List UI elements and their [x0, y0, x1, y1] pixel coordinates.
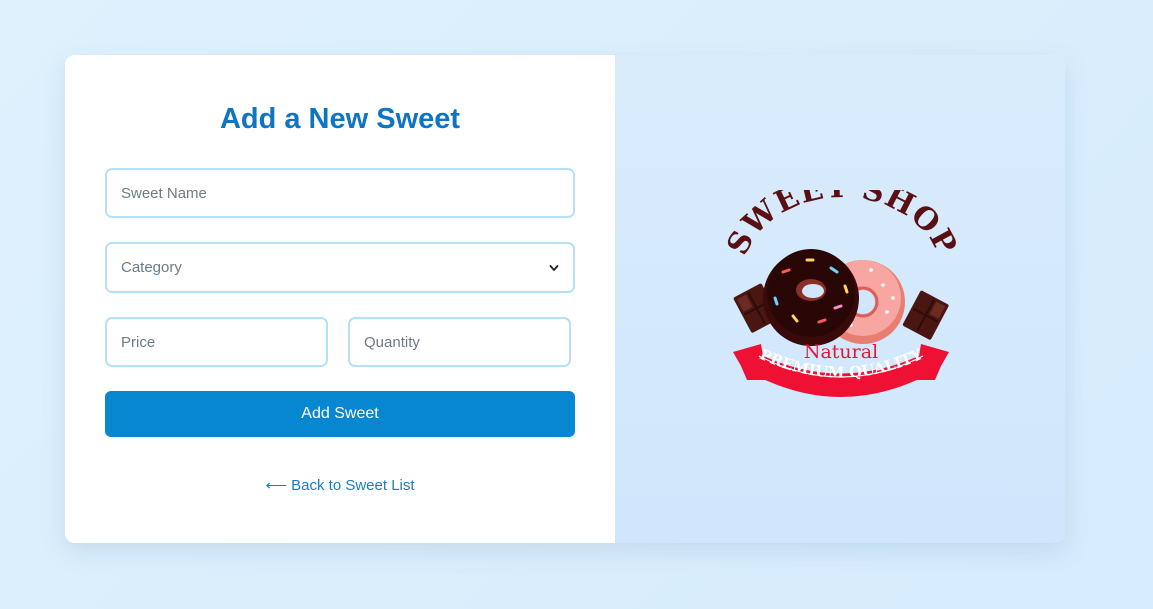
- quantity-input[interactable]: [348, 317, 571, 367]
- logo-arc-text: SWEET SHOP: [720, 190, 962, 261]
- add-sweet-button[interactable]: Add Sweet: [105, 391, 575, 437]
- category-select[interactable]: Category: [105, 242, 575, 293]
- form-panel: Add a New Sweet Category Add Sweet ⟵ Bac…: [65, 55, 615, 543]
- add-sweet-card: Add a New Sweet Category Add Sweet ⟵ Bac…: [65, 55, 1065, 543]
- price-input[interactable]: [105, 317, 328, 367]
- page-title: Add a New Sweet: [219, 103, 461, 135]
- chevron-down-icon: [549, 264, 559, 271]
- logo-panel: SWEET SHOP: [615, 55, 1065, 543]
- svg-text:SWEET SHOP: SWEET SHOP: [720, 190, 963, 261]
- logo-subtitle: Natural: [804, 341, 878, 363]
- sweet-name-input[interactable]: [105, 168, 575, 218]
- back-to-sweet-list-link[interactable]: ⟵ Back to Sweet List: [65, 476, 615, 494]
- category-select-value: Category: [121, 259, 182, 276]
- sweet-shop-logo: SWEET SHOP: [720, 190, 963, 397]
